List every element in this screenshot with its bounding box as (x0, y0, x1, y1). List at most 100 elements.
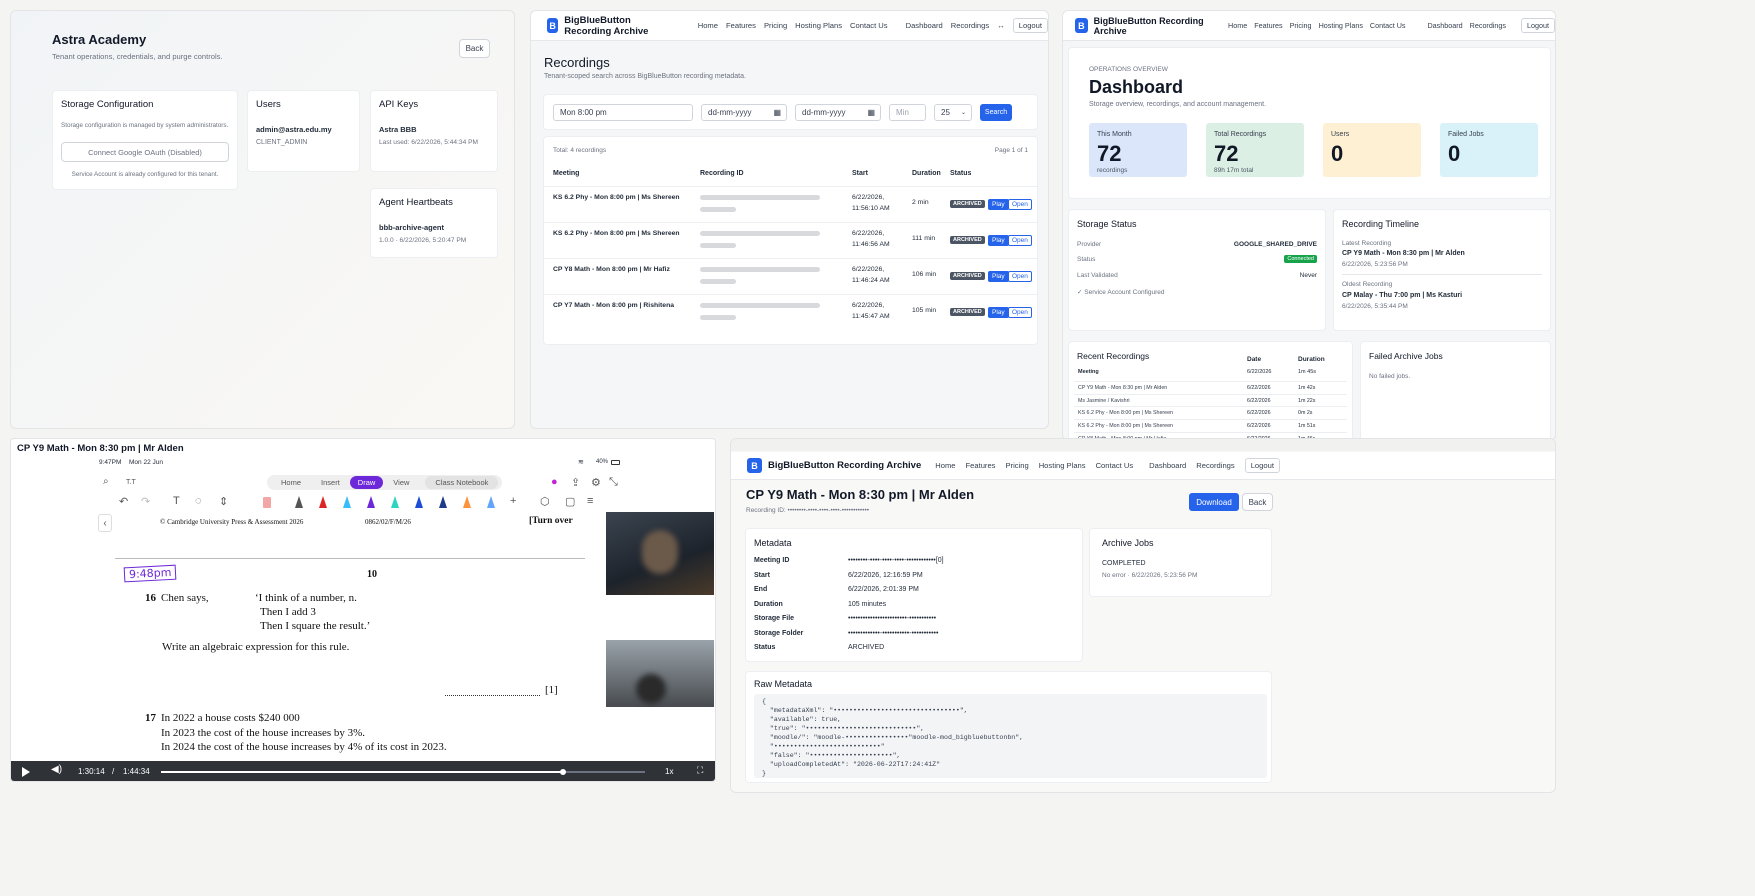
download-button[interactable]: Download (1189, 493, 1239, 511)
nav-features[interactable]: Features (966, 461, 996, 470)
seek-handle[interactable] (559, 769, 566, 775)
nav-features[interactable]: Features (1254, 21, 1282, 30)
table-row[interactable]: CP Y8 Math - Mon 8:00 pm | Mr Hafiz 6/22/… (544, 258, 1037, 294)
nav-pricing[interactable]: Pricing (1005, 461, 1028, 470)
nav-dashboard[interactable]: Dashboard (1427, 21, 1462, 30)
app-logo: B (547, 18, 559, 33)
search-input[interactable]: Mon 8:00 pm (553, 104, 693, 121)
collapse-icon[interactable]: ⤡ (609, 476, 618, 489)
back-button[interactable]: Back (1242, 493, 1273, 511)
logout-button[interactable]: Logout (1521, 18, 1555, 33)
nav-contact[interactable]: Contact Us (850, 21, 888, 30)
nav-home[interactable]: Home (1228, 21, 1247, 30)
connect-oauth-button[interactable]: Connect Google OAuth (Disabled) (61, 142, 229, 162)
nav-pricing[interactable]: Pricing (764, 21, 787, 30)
highlighter-blue-icon[interactable] (487, 496, 495, 508)
dashboard-subtitle: Storage overview, recordings, and accoun… (1089, 101, 1267, 108)
recent-row[interactable]: Ms Jasmine / Kavishri 6/22/2026 1m 22s (1074, 393, 1347, 406)
settings-icon[interactable]: ⚙ (591, 476, 601, 489)
back-button[interactable]: Back (459, 39, 490, 58)
tab-notebook[interactable]: Class Notebook (425, 476, 499, 489)
text-tool-icon[interactable]: T (173, 495, 180, 507)
date-from-input[interactable]: dd-mm-yyyy ▦ (701, 104, 787, 121)
min-duration-input[interactable]: Min (889, 104, 926, 121)
logout-button[interactable]: Logout (1244, 458, 1280, 473)
ribbon-search-icon[interactable]: ⌕ (103, 476, 109, 487)
pen-blue-icon[interactable] (415, 496, 423, 508)
font-label[interactable]: T.T (126, 479, 136, 486)
stat-label: Users (1331, 131, 1350, 138)
nav-dashboard[interactable]: Dashboard (1149, 461, 1186, 470)
pen-red-icon[interactable] (319, 496, 327, 508)
nav-features[interactable]: Features (726, 21, 756, 30)
nav-pricing[interactable]: Pricing (1290, 21, 1312, 30)
lasso-icon[interactable]: ◌ (195, 495, 202, 507)
recordings-subtitle: Tenant-scoped search across BigBlueButto… (544, 73, 746, 80)
nav-dashboard[interactable]: Dashboard (906, 21, 943, 30)
brand-name[interactable]: BigBlueButton Recording Archive (768, 460, 921, 471)
table-row[interactable]: KS 6.2 Phy - Mon 8:00 pm | Ms Shereen 6/2… (544, 186, 1037, 222)
share-icon[interactable]: ⇪ (571, 476, 580, 489)
nav-recordings[interactable]: Recordings (1196, 461, 1234, 470)
space-icon[interactable]: ⇕ (219, 495, 228, 508)
table-row[interactable]: CP Y7 Math - Mon 8:00 pm | Rishitena 6/22… (544, 294, 1037, 330)
recent-row[interactable]: KS 6.2 Phy - Mon 8:00 pm | Ms Shereen 6/2… (1074, 406, 1347, 418)
brand-name[interactable]: BigBlueButton Recording Archive (564, 15, 679, 37)
tab-insert[interactable]: Insert (311, 476, 350, 489)
nav-more-icon[interactable]: ↔ (997, 21, 1005, 30)
open-button[interactable]: Open (1008, 235, 1032, 246)
page-size-select[interactable]: 25 ⌄ (934, 104, 972, 121)
format-icon[interactable]: ≡ (587, 495, 593, 507)
volume-icon[interactable]: ◀) (51, 764, 62, 775)
play-button[interactable]: Play (988, 199, 1009, 210)
play-button[interactable]: Play (988, 235, 1009, 246)
tab-draw[interactable]: Draw (349, 476, 384, 489)
play-button[interactable]: Play (988, 271, 1009, 282)
pen-purple-icon[interactable] (367, 496, 375, 508)
recent-row[interactable]: KS 6.2 Phy - Mon 8:00 pm | Ms Shereen 6/2… (1074, 419, 1347, 431)
brand-name[interactable]: BigBlueButton Recording Archive (1094, 16, 1216, 36)
undo-icon[interactable]: ↶ (119, 495, 128, 508)
highlighter-orange-icon[interactable] (463, 496, 471, 508)
tab-view[interactable]: View (383, 476, 419, 489)
pen-black-icon[interactable] (295, 496, 303, 508)
status-badge: ARCHIVED (950, 308, 985, 316)
sticker-icon[interactable]: ▢ (565, 495, 575, 508)
eraser-icon[interactable] (263, 497, 271, 508)
nav-contact[interactable]: Contact Us (1096, 461, 1134, 470)
redo-icon[interactable]: ↷ (141, 495, 150, 508)
pen-teal-icon[interactable] (391, 496, 399, 508)
nav-recordings[interactable]: Recordings (951, 21, 989, 30)
tab-home[interactable]: Home (271, 476, 311, 489)
date-to-input[interactable]: dd-mm-yyyy ▦ (795, 104, 881, 121)
nav-recordings[interactable]: Recordings (1470, 21, 1506, 30)
nav-hosting[interactable]: Hosting Plans (1039, 461, 1086, 470)
seek-bar[interactable] (161, 769, 645, 775)
add-pen-icon[interactable]: + (510, 495, 516, 507)
nav-contact[interactable]: Contact Us (1370, 21, 1406, 30)
nav-hosting[interactable]: Hosting Plans (1319, 21, 1363, 30)
open-button[interactable]: Open (1008, 199, 1032, 210)
nav-home[interactable]: Home (935, 461, 955, 470)
nav-home[interactable]: Home (698, 21, 718, 30)
nav-hosting[interactable]: Hosting Plans (795, 21, 842, 30)
speed-button[interactable]: 1x (665, 767, 673, 776)
open-button[interactable]: Open (1008, 271, 1032, 282)
play-icon[interactable] (22, 767, 30, 777)
search-button[interactable]: Search (980, 104, 1012, 121)
recent-first-duration: 1m 45s (1298, 369, 1317, 375)
open-button[interactable]: Open (1008, 307, 1032, 318)
pen-cyan-icon[interactable] (343, 496, 351, 508)
recent-row[interactable]: CP Y9 Math - Mon 8:30 pm | Mr Alden 6/22/… (1074, 381, 1347, 393)
shapes-icon[interactable]: ⬡ (540, 495, 550, 508)
copilot-icon[interactable]: ● (551, 476, 558, 488)
fullscreen-icon[interactable]: ⛶ (697, 765, 703, 776)
dashboard-eyebrow: OPERATIONS OVERVIEW (1089, 66, 1168, 73)
play-button[interactable]: Play (988, 307, 1009, 318)
table-row[interactable]: KS 6.2 Phy - Mon 8:00 pm | Ms Shereen 6/2… (544, 222, 1037, 258)
row-start-time: 11:46:56 AM (852, 241, 890, 248)
logout-button[interactable]: Logout (1012, 18, 1048, 33)
sidebar-toggle[interactable]: ‹ (98, 514, 112, 532)
status-time: 9:47PM (99, 459, 122, 466)
pen-navy-icon[interactable] (439, 496, 447, 508)
